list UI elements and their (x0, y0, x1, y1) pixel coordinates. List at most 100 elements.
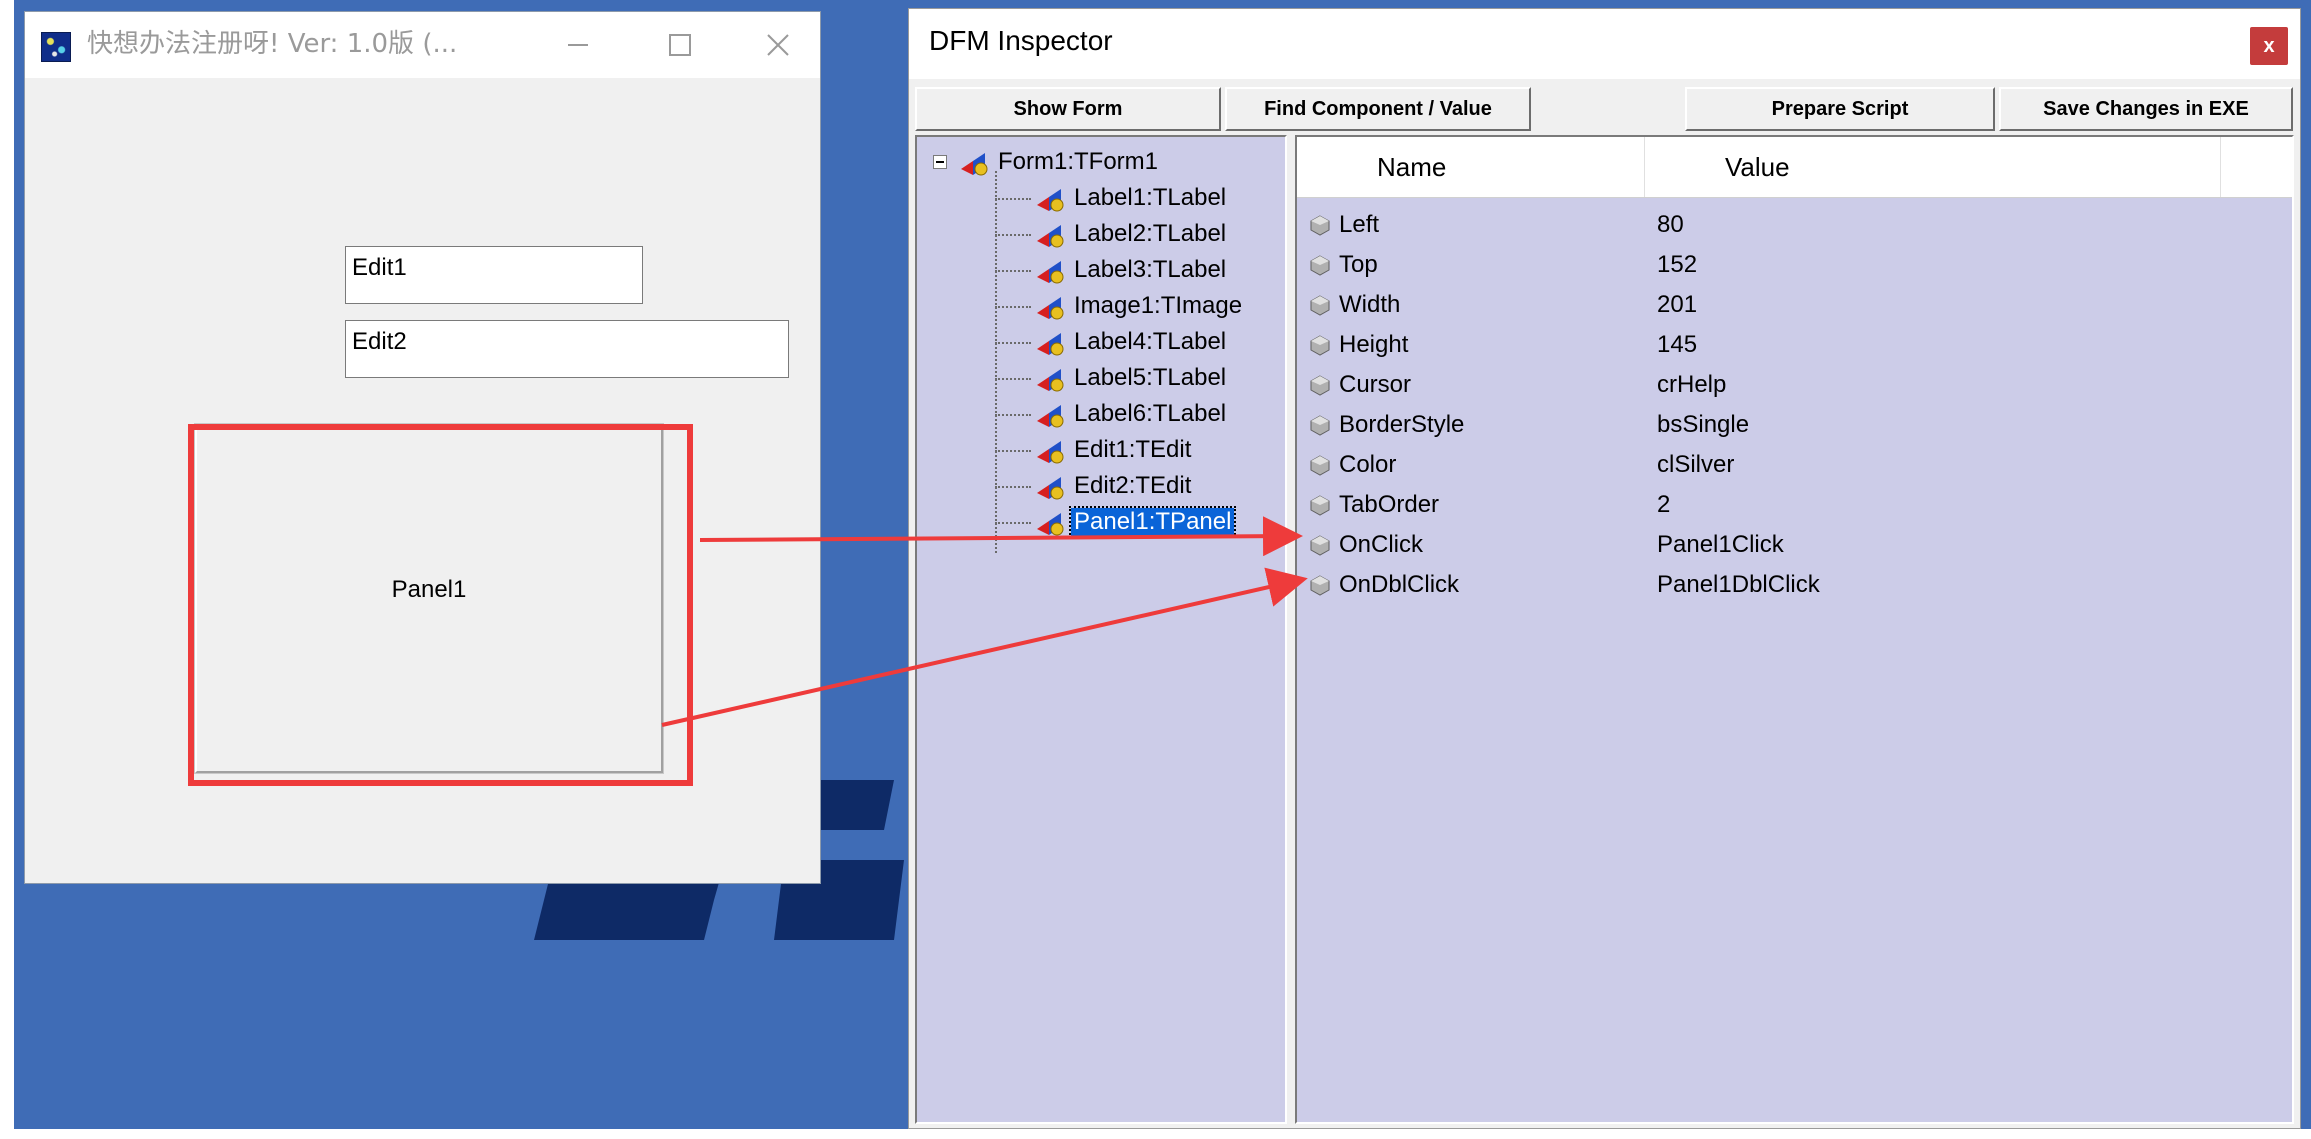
panel1-caption: Panel1 (391, 576, 467, 603)
property-value[interactable]: 201 (1657, 291, 1697, 319)
property-gem-icon (1310, 335, 1330, 356)
tree-item-label: Panel1:TPanel (1068, 506, 1237, 538)
tree-item-label: Label4:TLabel (1074, 328, 1227, 355)
edit1-field[interactable]: Edit1 (345, 246, 643, 304)
property-row[interactable]: Left 80 (1297, 207, 2292, 247)
property-gem-icon (1310, 415, 1330, 436)
app-window: 快想办法注册呀! Ver: 1.0版 (... Edit1 Edit2 Pane… (24, 11, 821, 884)
component-tree[interactable]: Form1:TForm1 Label1:TLabel Label2:TLabel… (915, 135, 1287, 1124)
property-name: BorderStyle (1339, 411, 1465, 438)
property-value[interactable]: clSilver (1657, 451, 1734, 479)
tree-item-label4[interactable]: Label4:TLabel (995, 325, 1229, 359)
tree-item-panel1[interactable]: Panel1:TPanel (995, 505, 1237, 539)
property-row[interactable]: Color clSilver (1297, 447, 2292, 487)
property-grid[interactable]: Name Value Left 80 Top 152 Width 201 Hei… (1295, 135, 2294, 1124)
property-name: Width (1339, 291, 1401, 318)
property-gem-icon (1310, 255, 1330, 276)
tree-item-label1[interactable]: Label1:TLabel (995, 181, 1229, 215)
prepare-script-button[interactable]: Prepare Script (1685, 87, 1995, 131)
property-name: Height (1339, 331, 1409, 358)
component-icon (1037, 261, 1064, 284)
property-row[interactable]: TabOrder 2 (1297, 487, 2292, 527)
dfm-titlebar[interactable]: DFM Inspector x (909, 9, 2300, 79)
edit2-field[interactable]: Edit2 (345, 320, 789, 378)
property-value[interactable]: Panel1Click (1657, 531, 1784, 559)
panel1[interactable]: Panel1 (194, 423, 664, 774)
tree-item-label2[interactable]: Label2:TLabel (995, 217, 1229, 251)
tree-item-label: Label5:TLabel (1074, 364, 1227, 391)
tree-collapse-icon[interactable] (933, 155, 947, 169)
maximize-button[interactable] (645, 22, 715, 68)
tree-item-image1[interactable]: Image1:TImage (995, 289, 1245, 323)
property-gem-icon (1310, 495, 1330, 516)
property-gem-icon (1310, 375, 1330, 396)
dfm-inspector-window: DFM Inspector x Show Form Find Component… (908, 8, 2301, 1129)
tree-item-label: Label1:TLabel (1074, 184, 1227, 211)
blank-column-header (2221, 137, 2292, 197)
dfm-close-button[interactable]: x (2250, 27, 2288, 65)
property-row[interactable]: Width 201 (1297, 287, 2292, 327)
property-row[interactable]: Cursor crHelp (1297, 367, 2292, 407)
find-component-button[interactable]: Find Component / Value (1225, 87, 1531, 131)
app-title: 快想办法注册呀! Ver: 1.0版 (... (87, 29, 458, 59)
tree-item-label: Form1:TForm1 (998, 148, 1159, 175)
property-gem-icon (1310, 575, 1330, 596)
dfm-title: DFM Inspector (929, 25, 1113, 56)
component-icon (1037, 333, 1064, 356)
app-icon (41, 32, 71, 62)
property-name: Top (1339, 251, 1378, 278)
maximize-icon (669, 34, 691, 56)
name-column-header[interactable]: Name (1297, 137, 1645, 197)
tree-item-label6[interactable]: Label6:TLabel (995, 397, 1229, 431)
save-changes-button[interactable]: Save Changes in EXE (1999, 87, 2293, 131)
property-name: OnClick (1339, 531, 1424, 558)
property-row[interactable]: OnClick Panel1Click (1297, 527, 2292, 567)
property-grid-header: Name Value (1297, 137, 2292, 198)
property-name: Color (1339, 451, 1397, 478)
tree-item-label5[interactable]: Label5:TLabel (995, 361, 1229, 395)
component-icon (1037, 477, 1064, 500)
app-titlebar[interactable]: 快想办法注册呀! Ver: 1.0版 (... (25, 12, 820, 78)
tree-connector (995, 171, 997, 553)
component-icon (1037, 189, 1064, 212)
component-icon (1037, 405, 1064, 428)
tree-item-label: Label2:TLabel (1074, 220, 1227, 247)
property-row[interactable]: OnDblClick Panel1DblClick (1297, 567, 2292, 607)
property-value[interactable]: 80 (1657, 211, 1684, 239)
component-icon (1037, 225, 1064, 248)
tree-item-edit1[interactable]: Edit1:TEdit (995, 433, 1194, 467)
property-gem-icon (1310, 455, 1330, 476)
property-value[interactable]: 152 (1657, 251, 1697, 279)
property-gem-icon (1310, 535, 1330, 556)
property-row[interactable]: BorderStyle bsSingle (1297, 407, 2292, 447)
minimize-icon (568, 44, 588, 46)
minimize-button[interactable] (543, 22, 613, 68)
property-row[interactable]: Height 145 (1297, 327, 2292, 367)
property-value[interactable]: 145 (1657, 331, 1697, 359)
close-icon (767, 34, 789, 56)
component-icon (1037, 513, 1064, 536)
tree-item-label: Label3:TLabel (1074, 256, 1227, 283)
component-icon (1037, 441, 1064, 464)
component-icon (1037, 369, 1064, 392)
property-gem-icon (1310, 295, 1330, 316)
property-name: Left (1339, 211, 1380, 238)
tree-item-label: Label6:TLabel (1074, 400, 1227, 427)
property-gem-icon (1310, 215, 1330, 236)
property-value[interactable]: crHelp (1657, 371, 1726, 399)
value-column-header[interactable]: Value (1645, 137, 2221, 197)
property-name: OnDblClick (1339, 571, 1460, 598)
property-value[interactable]: 2 (1657, 491, 1670, 519)
property-value[interactable]: bsSingle (1657, 411, 1749, 439)
component-icon (961, 153, 988, 176)
tree-item-edit2[interactable]: Edit2:TEdit (995, 469, 1194, 503)
property-value[interactable]: Panel1DblClick (1657, 571, 1820, 599)
property-row[interactable]: Top 152 (1297, 247, 2292, 287)
tree-item-label3[interactable]: Label3:TLabel (995, 253, 1229, 287)
property-name: TabOrder (1339, 491, 1440, 518)
close-button[interactable] (743, 22, 813, 68)
show-form-button[interactable]: Show Form (915, 87, 1221, 131)
component-icon (1037, 297, 1064, 320)
tree-item-root[interactable]: Form1:TForm1 (959, 145, 1161, 179)
property-name: Cursor (1339, 371, 1412, 398)
